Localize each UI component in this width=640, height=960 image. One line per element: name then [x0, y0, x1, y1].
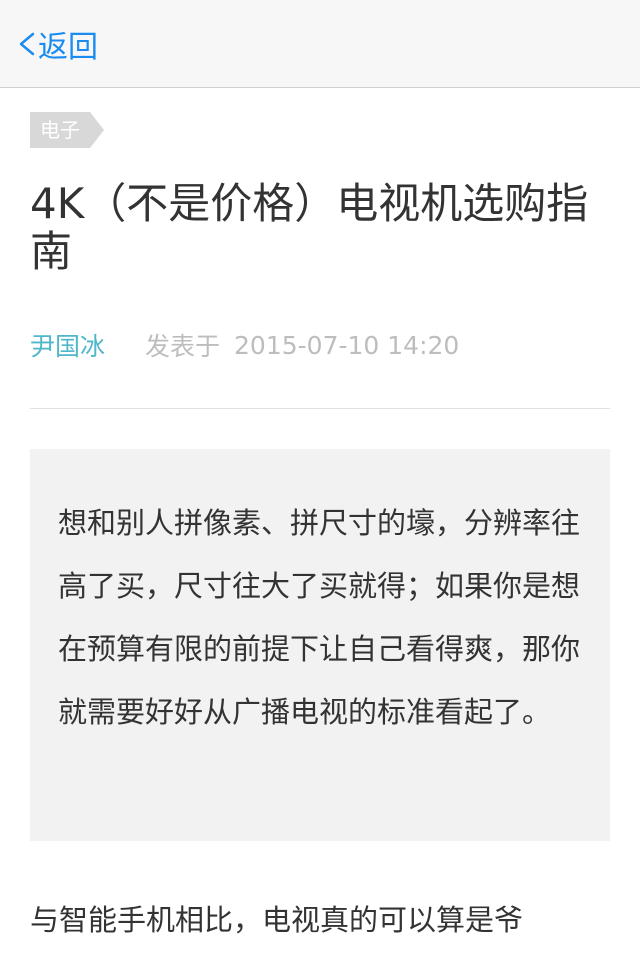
- tag-arrow-shape: [90, 112, 104, 148]
- chevron-left-icon: [16, 24, 38, 64]
- article-body-text: 与智能手机相比，电视真的可以算是爷: [30, 903, 524, 937]
- article-meta: 尹国冰 发表于 2015-07-10 14:20: [30, 328, 459, 362]
- article-title: 4K（不是价格）电视机选购指南: [30, 179, 589, 276]
- navigation-bar: 返回: [0, 0, 640, 88]
- back-button[interactable]: 返回: [16, 24, 98, 65]
- category-label: 电子: [30, 112, 90, 148]
- posted-label: 发表于: [145, 332, 221, 361]
- category-tag[interactable]: 电子: [30, 112, 104, 148]
- publish-date: 2015-07-10 14:20: [234, 330, 460, 360]
- divider: [30, 408, 610, 409]
- summary-text: 想和别人拼像素、拼尺寸的壕，分辨率往高了买，尺寸往大了买就得；如果你是想在预算有…: [58, 506, 581, 729]
- author-link[interactable]: 尹国冰: [30, 327, 105, 363]
- article-summary: 想和别人拼像素、拼尺寸的壕，分辨率往高了买，尺寸往大了买就得；如果你是想在预算有…: [30, 449, 610, 841]
- back-label: 返回: [38, 30, 98, 65]
